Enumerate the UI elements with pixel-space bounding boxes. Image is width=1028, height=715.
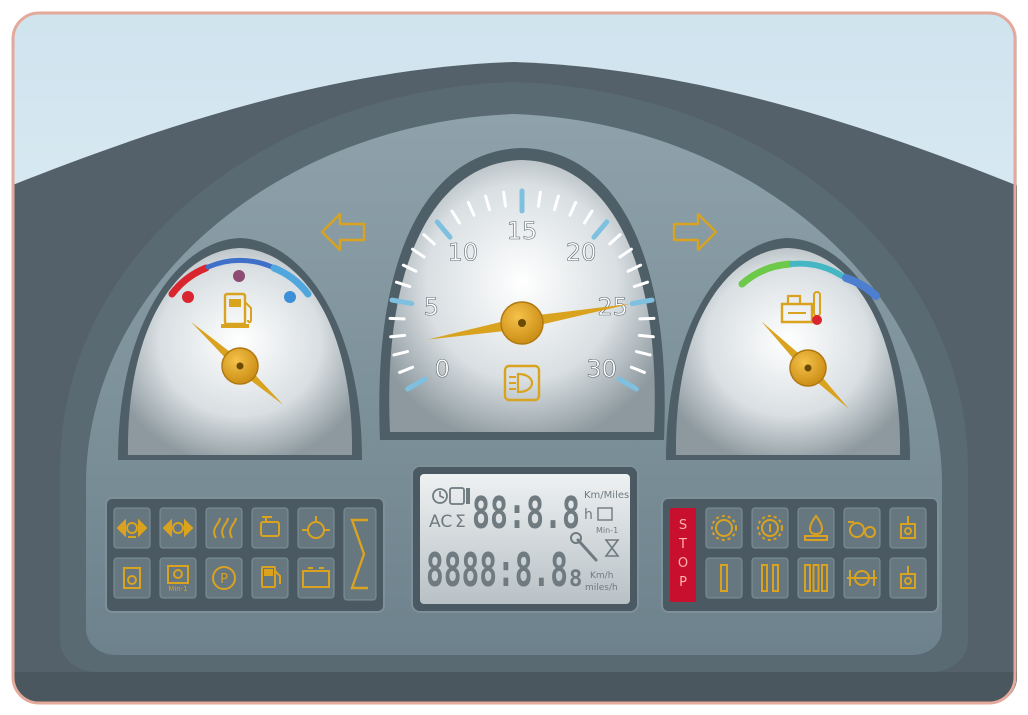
speed-scale-label: 30 [586, 355, 617, 383]
speed-minor-tick [639, 335, 653, 336]
fuel-full-dot [284, 291, 296, 303]
front-pto-icon [890, 508, 926, 548]
parking-brake-icon: P [206, 558, 242, 598]
hydraulic-oil-tile [798, 508, 834, 548]
temp-gauge-hub-pin [805, 365, 812, 372]
rpm-min-label: Min-1 [168, 585, 187, 593]
stop-letter: S [679, 518, 687, 533]
speed-minor-tick [504, 192, 506, 206]
turn-trailer-1-icon [160, 508, 196, 548]
stop-letter: T [678, 537, 687, 552]
gear-range-1-icon [706, 558, 742, 598]
lcd-ac-label: AC [429, 512, 452, 532]
hydraulic-oil-icon [798, 508, 834, 548]
lcd-lower-digits: 8888:8.8 [426, 543, 568, 597]
stop-letter: O [678, 556, 688, 571]
differential-lock-icon [844, 558, 880, 598]
transmission-oil-icon [706, 508, 742, 548]
speed-scale-label: 10 [448, 239, 479, 267]
rear-pto-icon [890, 558, 926, 598]
air-filter-icon [114, 558, 150, 598]
speed-major-tick [632, 300, 652, 303]
dashboard-illustration: 051015202530 [0, 0, 1028, 711]
lcd-unit-mph: miles/h [585, 583, 618, 593]
lcd-unit-kmh: Km/h [590, 571, 613, 581]
lcd-unit-rpm: Min-1 [596, 526, 618, 535]
engine-oil-tile [252, 508, 288, 548]
lcd-unit-km-miles: Km/Miles [584, 490, 629, 501]
fuel-empty-dot [182, 291, 194, 303]
fuel-reserve-icon [252, 558, 288, 598]
engine-oil-icon [252, 508, 288, 548]
speed-minor-tick [538, 192, 540, 206]
gear-range-2-tile [752, 558, 788, 598]
speed-minor-tick [391, 335, 405, 336]
lcd-lower-suffix: 8 [569, 567, 582, 592]
fuel-reserve-tile [252, 558, 288, 598]
rpm-min-icon: Min-1 [160, 558, 196, 598]
battery-icon [298, 558, 334, 598]
gear-range-2-icon [752, 558, 788, 598]
lcd-sum-label: Σ [455, 512, 466, 532]
fuel-filter-tile [298, 508, 334, 548]
speed-scale-label: 0 [435, 355, 450, 383]
fuel-gauge-hub-pin [237, 363, 244, 370]
dashboard-svg: 051015202530 [0, 0, 1028, 711]
fuel-filter-icon [298, 508, 334, 548]
parking-brake-glyph: P [220, 572, 228, 587]
turn-trailer-2-icon [114, 508, 150, 548]
speedometer-hub-pin [518, 319, 526, 327]
fuel-half-dot [233, 270, 245, 282]
speed-scale-label: 5 [424, 293, 439, 321]
speed-scale-label: 15 [507, 217, 538, 245]
speed-scale-label: 20 [566, 239, 597, 267]
transmission-temp-icon [752, 508, 788, 548]
four-wheel-drive-icon [844, 508, 880, 548]
gear-range-3-icon [798, 558, 834, 598]
lcd-upper-digits: 88:8.8 [472, 488, 580, 539]
sigma-icon [344, 508, 376, 600]
engine-preheat-icon [206, 508, 242, 548]
air-filter-tile [114, 558, 150, 598]
lcd-unit-hours: h [584, 507, 593, 523]
stop-letter: P [679, 575, 687, 590]
speed-major-tick [392, 300, 412, 303]
dashboard-lower [0, 672, 1028, 711]
